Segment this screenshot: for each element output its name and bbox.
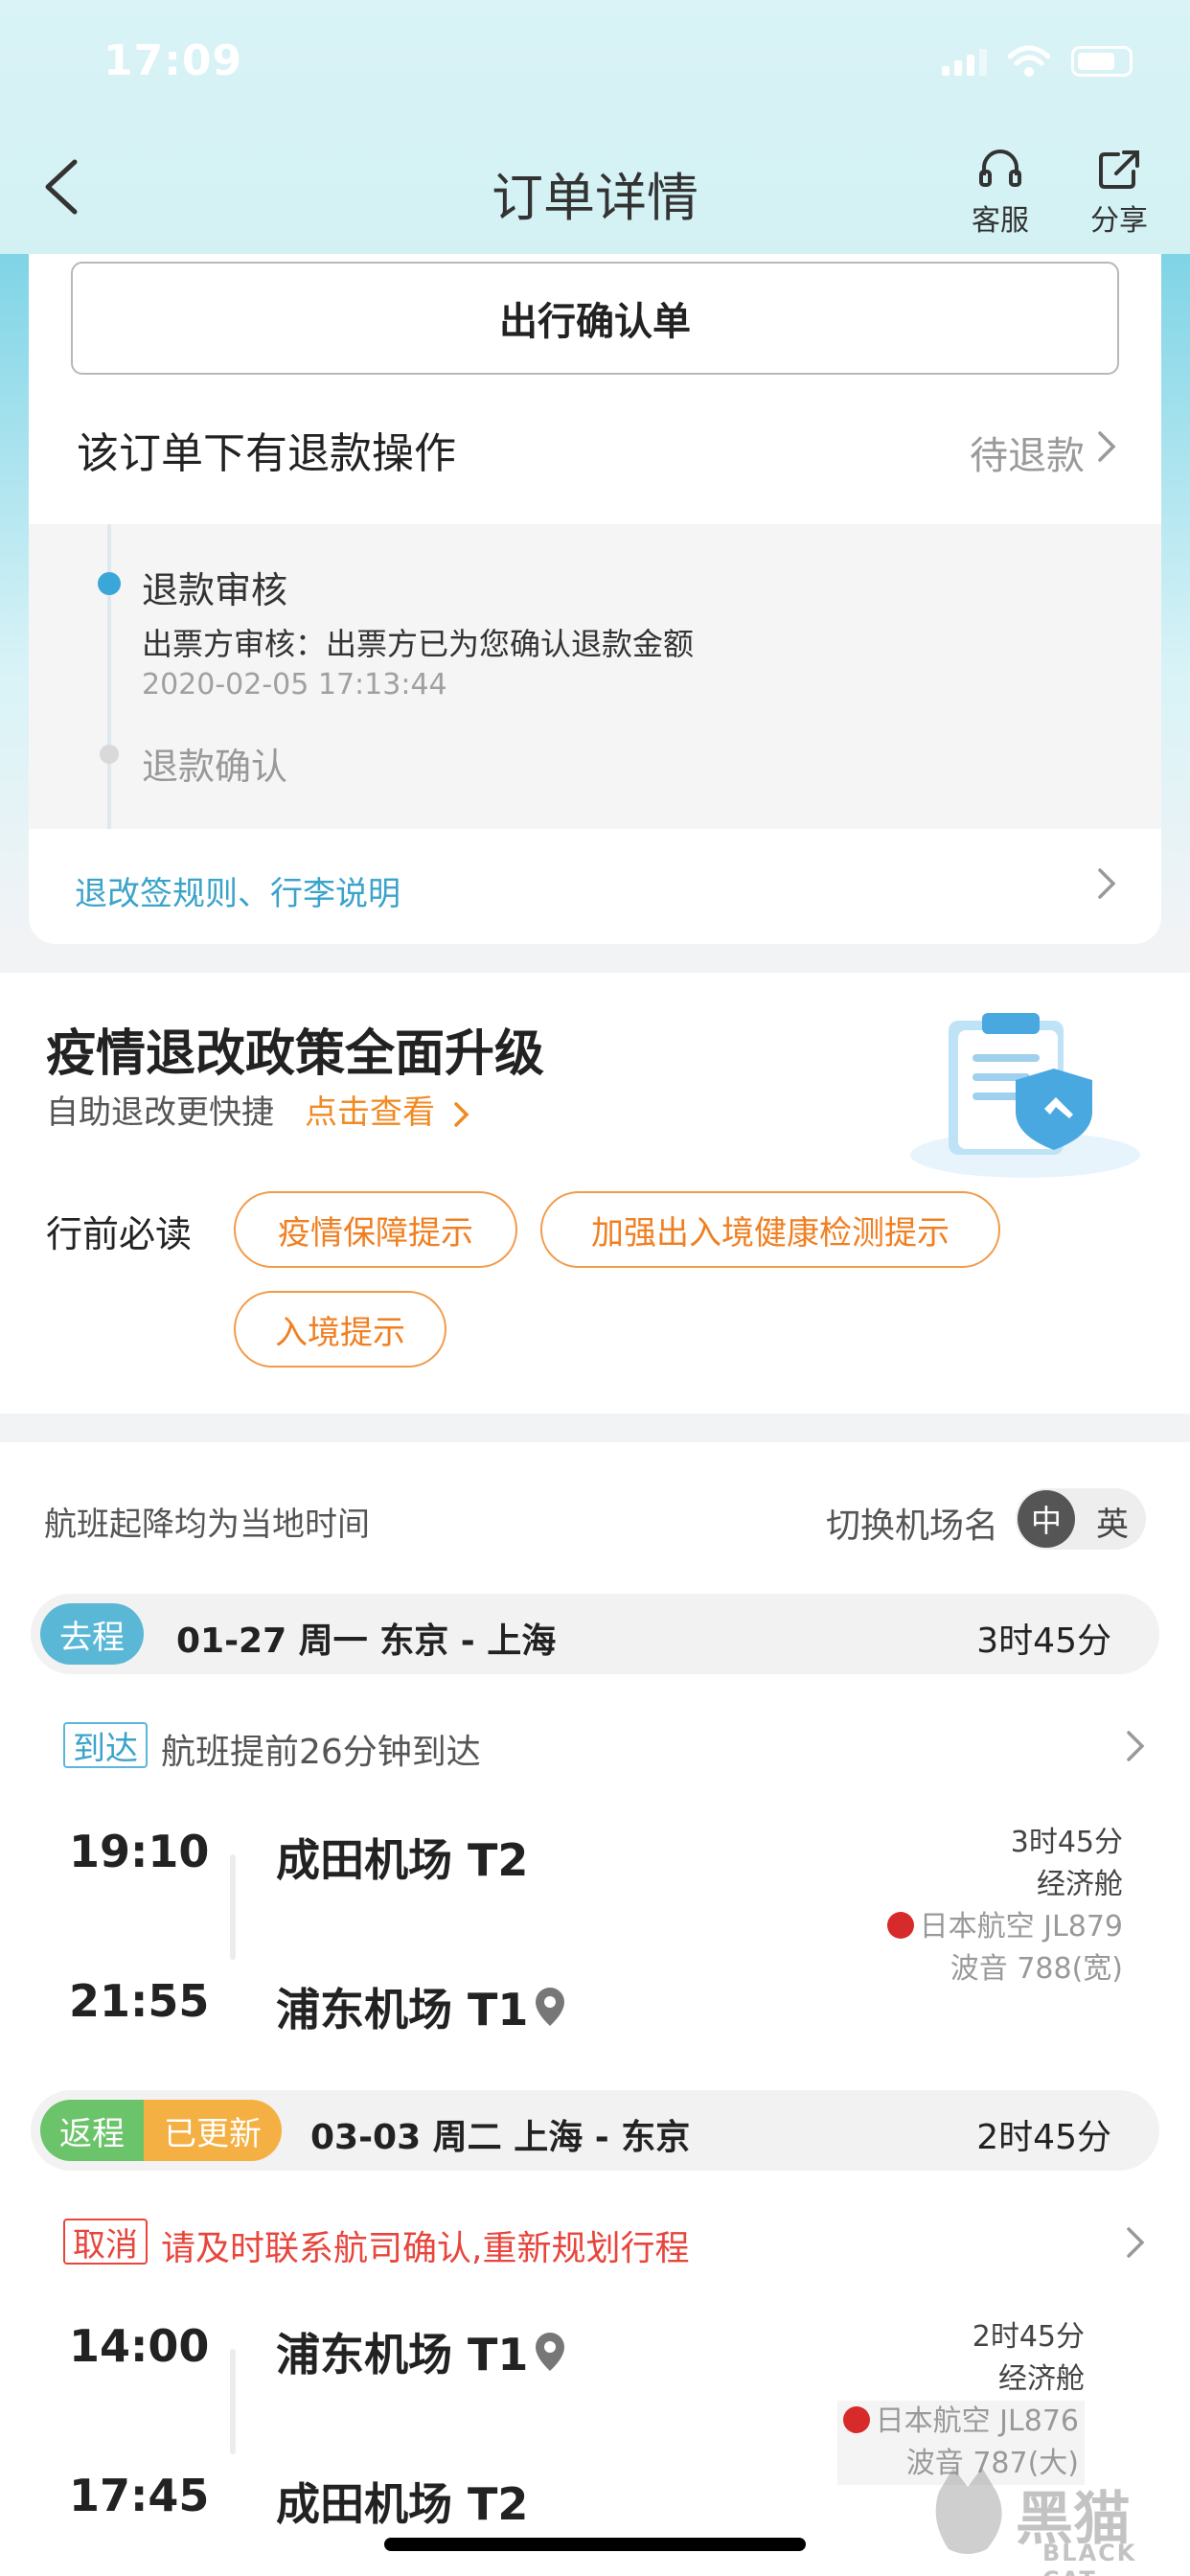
- status-icons: [942, 42, 1133, 80]
- local-time-note: 航班起降均为当地时间: [44, 1506, 370, 1544]
- return-route: 03-03 周二 上海 - 东京: [310, 2118, 691, 2157]
- share-label: 分享: [1090, 204, 1148, 238]
- outbound-flight-info[interactable]: 3时45分 经济舱 日本航空 JL879 波音 788(宽): [886, 1822, 1123, 1990]
- outbound-arrival-airport: 浦东机场 T1: [276, 1984, 529, 2036]
- outbound-divider: [230, 1854, 236, 1960]
- clipboard-shield-icon: [910, 1013, 1140, 1178]
- arrival-note[interactable]: 航班提前26分钟到达: [161, 1724, 481, 1774]
- share-icon: [1099, 150, 1139, 189]
- outbound-cabin: 经济舱: [1037, 1868, 1123, 1901]
- timeline-line: [107, 524, 111, 829]
- refund-title[interactable]: 该订单下有退款操作: [77, 419, 456, 480]
- rules-link[interactable]: 退改签规则、行李说明: [75, 867, 400, 914]
- timeline-step-review: 退款审核: [142, 569, 288, 611]
- policy-card: 疫情退改政策全面升级 自助退改更快捷 点击查看 行前必读 疫情保障提示 加强出入…: [0, 973, 1190, 1414]
- refund-card: 出行确认单 该订单下有退款操作 待退款 退款审核 出票方审核：出票方已为您确认退…: [29, 254, 1161, 944]
- return-duration: 2时45分: [976, 2118, 1111, 2157]
- black-cat-logo-icon: [935, 2468, 1002, 2554]
- watermark-subtext: BLACK CAT: [1042, 2540, 1137, 2576]
- refund-status[interactable]: 待退款: [970, 425, 1085, 480]
- lang-en-option[interactable]: 英: [1096, 1498, 1129, 1545]
- cancel-note[interactable]: 请及时联系航司确认,重新规划行程: [161, 2220, 689, 2270]
- timeline-dot-active: [98, 572, 121, 595]
- jal-logo-icon: [842, 2405, 870, 2433]
- outbound-arrival-time: 21:55: [69, 1975, 210, 2027]
- customer-service-label: 客服: [972, 204, 1029, 238]
- travel-confirmation-button[interactable]: 出行确认单: [71, 262, 1119, 375]
- outbound-route: 01-27 周一 东京 - 上海: [176, 1622, 557, 1661]
- location-pin-icon[interactable]: [534, 1986, 566, 2028]
- share-button[interactable]: 分享: [1071, 149, 1167, 239]
- watermark: 黑猫 BLACK CAT: [929, 2463, 1179, 2576]
- timeline-step-time: 2020-02-05 17:13:44: [142, 668, 447, 702]
- updated-tag: 已更新: [144, 2100, 282, 2161]
- timeline-step-confirm: 退款确认: [142, 746, 288, 788]
- flights-card: 航班起降均为当地时间 切换机场名 中 英 去程 01-27 周一 东京 - 上海…: [0, 1442, 1190, 2576]
- outbound-airline: 日本航空 JL879: [919, 1910, 1123, 1944]
- arrival-tag: 到达: [63, 1722, 148, 1768]
- outbound-info-duration: 3时45分: [1010, 1826, 1123, 1859]
- outbound-duration: 3时45分: [976, 1622, 1111, 1661]
- outbound-aircraft: 波音 788(宽): [950, 1952, 1123, 1986]
- policy-view-link-label: 点击查看: [305, 1093, 435, 1132]
- cancel-tag: 取消: [63, 2219, 148, 2265]
- customer-service-button[interactable]: 客服: [952, 149, 1048, 239]
- policy-view-link[interactable]: 点击查看: [305, 1086, 470, 1133]
- outbound-departure-time: 19:10: [69, 1826, 210, 1877]
- refund-timeline: 退款审核 出票方审核：出票方已为您确认退款金额 2020-02-05 17:13…: [29, 524, 1161, 829]
- chevron-right-icon[interactable]: [1125, 2226, 1146, 2259]
- pill-entry-notice[interactable]: 入境提示: [234, 1291, 446, 1368]
- return-cabin: 经济舱: [998, 2362, 1085, 2396]
- lang-zh-option[interactable]: 中: [1018, 1490, 1075, 1548]
- battery-icon: [1071, 46, 1133, 77]
- return-arrival-airport: 成田机场 T2: [276, 2478, 529, 2530]
- signal-icon: [942, 47, 987, 76]
- outbound-tag: 去程: [40, 1603, 144, 1665]
- return-departure-airport-row[interactable]: 浦东机场 T1: [276, 2320, 566, 2383]
- policy-subtitle: 自助退改更快捷: [46, 1093, 274, 1132]
- return-tag: 返程: [40, 2100, 144, 2161]
- return-arrival-time: 17:45: [69, 2470, 210, 2521]
- pill-health-check[interactable]: 加强出入境健康检测提示: [540, 1191, 1000, 1268]
- policy-title: 疫情退改政策全面升级: [46, 1025, 545, 1083]
- chevron-right-icon: [454, 1101, 469, 1127]
- chevron-right-icon[interactable]: [1096, 867, 1117, 900]
- return-segment-bar: 返程 已更新 03-03 周二 上海 - 东京 2时45分: [31, 2090, 1159, 2171]
- return-departure-airport: 浦东机场 T1: [276, 2329, 529, 2380]
- switch-airport-name-label: 切换机场名: [826, 1506, 999, 1546]
- return-flight-info[interactable]: 2时45分 经济舱 日本航空 JL876 波音 787(大): [836, 2316, 1085, 2485]
- headset-icon: [979, 150, 1021, 187]
- language-toggle[interactable]: 中 英: [1016, 1488, 1146, 1550]
- outbound-segment-bar: 去程 01-27 周一 东京 - 上海 3时45分: [31, 1594, 1159, 1674]
- outbound-departure-airport: 成田机场 T2: [276, 1834, 529, 1886]
- timeline-step-detail: 出票方审核：出票方已为您确认退款金额: [142, 626, 695, 662]
- wifi-icon: [1008, 45, 1050, 77]
- return-airline: 日本航空 JL876: [875, 2404, 1079, 2438]
- must-read-label: 行前必读: [46, 1213, 193, 1255]
- chevron-right-icon[interactable]: [1125, 1730, 1146, 1762]
- return-info-duration: 2时45分: [972, 2320, 1085, 2354]
- return-divider: [230, 2349, 236, 2454]
- return-departure-time: 14:00: [69, 2320, 210, 2372]
- pill-epidemic-guarantee[interactable]: 疫情保障提示: [234, 1191, 517, 1268]
- outbound-arrival-airport-row[interactable]: 浦东机场 T1: [276, 1975, 566, 2038]
- chevron-right-icon[interactable]: [1096, 430, 1117, 463]
- location-pin-icon[interactable]: [534, 2331, 566, 2373]
- timeline-dot-pending: [100, 745, 119, 764]
- status-time: 17:09: [103, 36, 243, 85]
- jal-logo-icon: [886, 1911, 914, 1939]
- home-indicator[interactable]: [384, 2538, 806, 2551]
